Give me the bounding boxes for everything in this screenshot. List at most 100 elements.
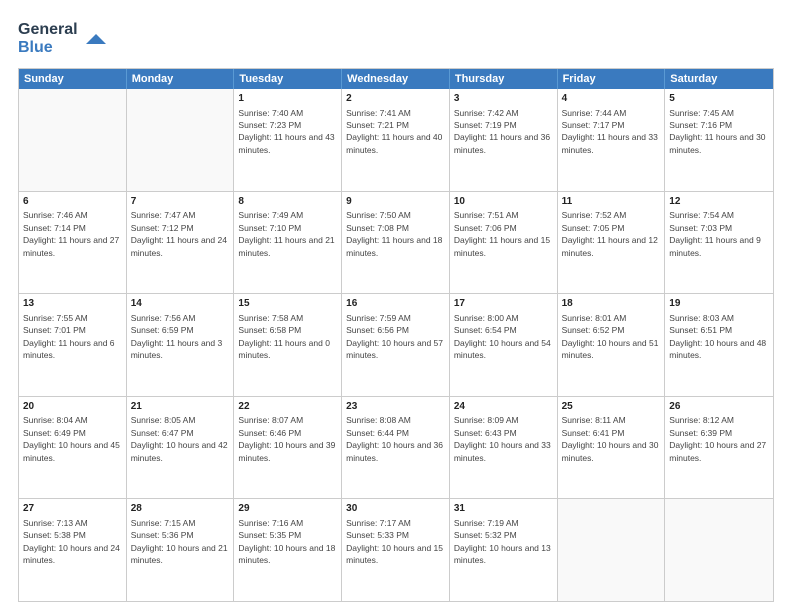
day-info: Sunrise: 7:44 AMSunset: 7:17 PMDaylight:… bbox=[562, 108, 658, 155]
day-cell-14: 14 Sunrise: 7:56 AMSunset: 6:59 PMDayligh… bbox=[127, 294, 235, 396]
day-cell-9: 9Sunrise: 7:50 AMSunset: 7:08 PMDaylight… bbox=[342, 192, 450, 294]
day-number: 14 bbox=[131, 297, 230, 311]
day-info: Sunrise: 7:45 AMSunset: 7:16 PMDaylight:… bbox=[669, 108, 765, 155]
day-number: 4 bbox=[562, 92, 661, 106]
day-number: 16 bbox=[346, 297, 445, 311]
day-number: 2 bbox=[346, 92, 445, 106]
day-cell-16: 16 Sunrise: 7:59 AMSunset: 6:56 PMDayligh… bbox=[342, 294, 450, 396]
logo-icon: General Blue bbox=[18, 16, 108, 58]
day-cell-2: 2 Sunrise: 7:41 AMSunset: 7:21 PMDaylight… bbox=[342, 89, 450, 191]
day-info: Sunrise: 7:59 AMSunset: 6:56 PMDaylight:… bbox=[346, 313, 443, 360]
calendar-header: SundayMondayTuesdayWednesdayThursdayFrid… bbox=[19, 69, 773, 89]
day-info: Sunrise: 7:13 AMSunset: 5:38 PMDaylight:… bbox=[23, 518, 120, 565]
day-number: 21 bbox=[131, 400, 230, 414]
day-info: Sunrise: 7:15 AMSunset: 5:36 PMDaylight:… bbox=[131, 518, 228, 565]
day-number: 7 bbox=[131, 195, 230, 209]
day-number: 6 bbox=[23, 195, 122, 209]
day-info: Sunrise: 7:55 AMSunset: 7:01 PMDaylight:… bbox=[23, 313, 115, 360]
day-cell-5: 5 Sunrise: 7:45 AMSunset: 7:16 PMDaylight… bbox=[665, 89, 773, 191]
svg-text:Blue: Blue bbox=[18, 39, 53, 56]
day-number: 3 bbox=[454, 92, 553, 106]
day-cell-8: 8Sunrise: 7:49 AMSunset: 7:10 PMDaylight… bbox=[234, 192, 342, 294]
day-cell-24: 24Sunrise: 8:09 AMSunset: 6:43 PMDayligh… bbox=[450, 397, 558, 499]
day-number: 11 bbox=[562, 195, 661, 209]
day-number: 29 bbox=[238, 502, 337, 516]
day-info: Sunrise: 8:12 AMSunset: 6:39 PMDaylight:… bbox=[669, 415, 766, 462]
day-cell-1: 1Sunrise: 7:40 AMSunset: 7:23 PMDaylight… bbox=[234, 89, 342, 191]
day-info: Sunrise: 7:19 AMSunset: 5:32 PMDaylight:… bbox=[454, 518, 551, 565]
day-number: 26 bbox=[669, 400, 769, 414]
day-number: 28 bbox=[131, 502, 230, 516]
day-info: Sunrise: 8:01 AMSunset: 6:52 PMDaylight:… bbox=[562, 313, 659, 360]
week-row-1: 6Sunrise: 7:46 AMSunset: 7:14 PMDaylight… bbox=[19, 191, 773, 294]
day-cell-4: 4 Sunrise: 7:44 AMSunset: 7:17 PMDaylight… bbox=[558, 89, 666, 191]
header-day-sunday: Sunday bbox=[19, 69, 127, 89]
day-number: 8 bbox=[238, 195, 337, 209]
day-number: 24 bbox=[454, 400, 553, 414]
day-info: Sunrise: 7:58 AMSunset: 6:58 PMDaylight:… bbox=[238, 313, 330, 360]
day-info: Sunrise: 8:08 AMSunset: 6:44 PMDaylight:… bbox=[346, 415, 443, 462]
day-cell-26: 26Sunrise: 8:12 AMSunset: 6:39 PMDayligh… bbox=[665, 397, 773, 499]
day-number: 12 bbox=[669, 195, 769, 209]
day-number: 5 bbox=[669, 92, 769, 106]
day-cell-17: 17 Sunrise: 8:00 AMSunset: 6:54 PMDayligh… bbox=[450, 294, 558, 396]
day-number: 30 bbox=[346, 502, 445, 516]
day-number: 9 bbox=[346, 195, 445, 209]
day-cell-6: 6Sunrise: 7:46 AMSunset: 7:14 PMDaylight… bbox=[19, 192, 127, 294]
day-cell-15: 15 Sunrise: 7:58 AMSunset: 6:58 PMDayligh… bbox=[234, 294, 342, 396]
week-row-0: 1Sunrise: 7:40 AMSunset: 7:23 PMDaylight… bbox=[19, 89, 773, 191]
logo: General Blue bbox=[18, 16, 108, 58]
day-number: 27 bbox=[23, 502, 122, 516]
day-number: 13 bbox=[23, 297, 122, 311]
day-info: Sunrise: 7:51 AMSunset: 7:06 PMDaylight:… bbox=[454, 210, 550, 257]
day-info: Sunrise: 8:05 AMSunset: 6:47 PMDaylight:… bbox=[131, 415, 228, 462]
header-day-saturday: Saturday bbox=[665, 69, 773, 89]
day-number: 15 bbox=[238, 297, 337, 311]
day-cell-12: 12Sunrise: 7:54 AMSunset: 7:03 PMDayligh… bbox=[665, 192, 773, 294]
day-number: 19 bbox=[669, 297, 769, 311]
day-number: 17 bbox=[454, 297, 553, 311]
day-cell-7: 7Sunrise: 7:47 AMSunset: 7:12 PMDaylight… bbox=[127, 192, 235, 294]
day-cell-22: 22Sunrise: 8:07 AMSunset: 6:46 PMDayligh… bbox=[234, 397, 342, 499]
day-cell-10: 10Sunrise: 7:51 AMSunset: 7:06 PMDayligh… bbox=[450, 192, 558, 294]
day-cell-11: 11Sunrise: 7:52 AMSunset: 7:05 PMDayligh… bbox=[558, 192, 666, 294]
svg-text:General: General bbox=[18, 21, 78, 38]
day-cell-18: 18Sunrise: 8:01 AMSunset: 6:52 PMDayligh… bbox=[558, 294, 666, 396]
day-cell-13: 13 Sunrise: 7:55 AMSunset: 7:01 PMDayligh… bbox=[19, 294, 127, 396]
day-cell-30: 30 Sunrise: 7:17 AMSunset: 5:33 PMDayligh… bbox=[342, 499, 450, 601]
day-cell-29: 29Sunrise: 7:16 AMSunset: 5:35 PMDayligh… bbox=[234, 499, 342, 601]
day-info: Sunrise: 7:17 AMSunset: 5:33 PMDaylight:… bbox=[346, 518, 443, 565]
header-day-tuesday: Tuesday bbox=[234, 69, 342, 89]
header-day-thursday: Thursday bbox=[450, 69, 558, 89]
header-day-wednesday: Wednesday bbox=[342, 69, 450, 89]
day-number: 22 bbox=[238, 400, 337, 414]
header-day-monday: Monday bbox=[127, 69, 235, 89]
day-number: 10 bbox=[454, 195, 553, 209]
empty-cell bbox=[19, 89, 127, 191]
day-number: 25 bbox=[562, 400, 661, 414]
day-number: 20 bbox=[23, 400, 122, 414]
day-cell-31: 31 Sunrise: 7:19 AMSunset: 5:32 PMDayligh… bbox=[450, 499, 558, 601]
day-info: Sunrise: 7:50 AMSunset: 7:08 PMDaylight:… bbox=[346, 210, 442, 257]
day-info: Sunrise: 7:54 AMSunset: 7:03 PMDaylight:… bbox=[669, 210, 761, 257]
day-number: 23 bbox=[346, 400, 445, 414]
header: General Blue bbox=[18, 16, 774, 58]
calendar: SundayMondayTuesdayWednesdayThursdayFrid… bbox=[18, 68, 774, 602]
day-info: Sunrise: 7:40 AMSunset: 7:23 PMDaylight:… bbox=[238, 108, 334, 155]
day-info: Sunrise: 7:49 AMSunset: 7:10 PMDaylight:… bbox=[238, 210, 334, 257]
empty-cell bbox=[665, 499, 773, 601]
day-cell-19: 19Sunrise: 8:03 AMSunset: 6:51 PMDayligh… bbox=[665, 294, 773, 396]
day-info: Sunrise: 8:11 AMSunset: 6:41 PMDaylight:… bbox=[562, 415, 659, 462]
day-info: Sunrise: 8:00 AMSunset: 6:54 PMDaylight:… bbox=[454, 313, 551, 360]
day-cell-28: 28 Sunrise: 7:15 AMSunset: 5:36 PMDayligh… bbox=[127, 499, 235, 601]
day-info: Sunrise: 7:41 AMSunset: 7:21 PMDaylight:… bbox=[346, 108, 442, 155]
day-cell-27: 27 Sunrise: 7:13 AMSunset: 5:38 PMDayligh… bbox=[19, 499, 127, 601]
day-number: 31 bbox=[454, 502, 553, 516]
calendar-body: 1Sunrise: 7:40 AMSunset: 7:23 PMDaylight… bbox=[19, 89, 773, 601]
day-info: Sunrise: 7:56 AMSunset: 6:59 PMDaylight:… bbox=[131, 313, 223, 360]
day-cell-23: 23Sunrise: 8:08 AMSunset: 6:44 PMDayligh… bbox=[342, 397, 450, 499]
day-info: Sunrise: 7:52 AMSunset: 7:05 PMDaylight:… bbox=[562, 210, 658, 257]
empty-cell bbox=[127, 89, 235, 191]
day-cell-25: 25Sunrise: 8:11 AMSunset: 6:41 PMDayligh… bbox=[558, 397, 666, 499]
day-cell-20: 20Sunrise: 8:04 AMSunset: 6:49 PMDayligh… bbox=[19, 397, 127, 499]
